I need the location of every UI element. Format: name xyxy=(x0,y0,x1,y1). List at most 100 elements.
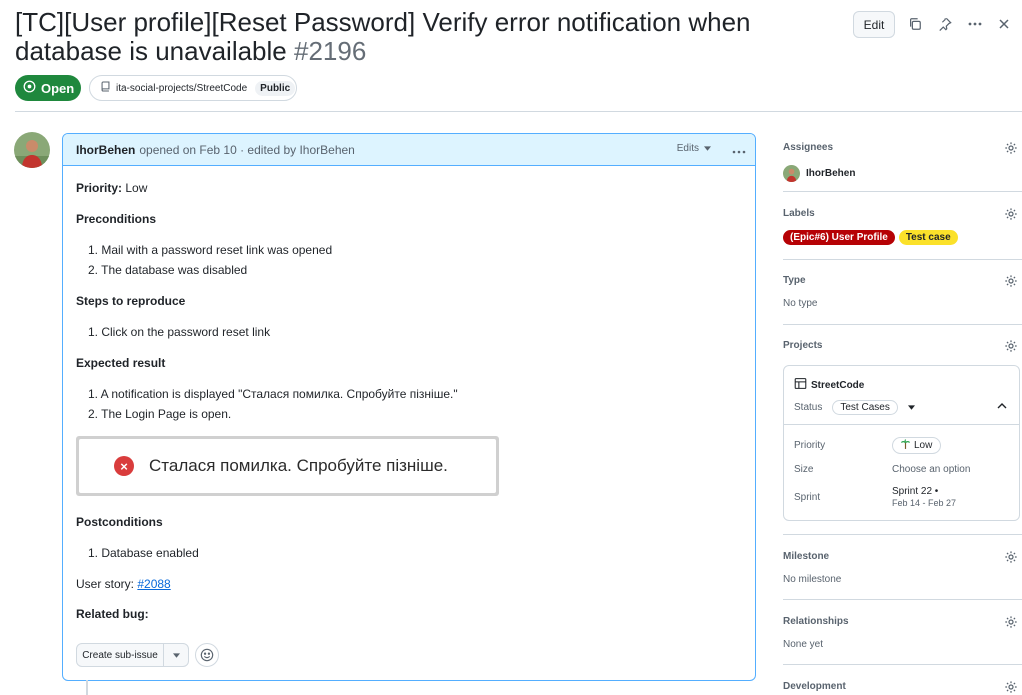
project-name-row[interactable]: StreetCode xyxy=(794,377,864,393)
list-item: 1. Database enabled xyxy=(88,546,199,560)
relationships-title: Relationships xyxy=(783,616,849,627)
edits-dropdown[interactable]: Edits xyxy=(677,143,711,154)
list-item: 1. Mail with a password reset link was o… xyxy=(88,243,333,257)
divider xyxy=(783,599,1022,600)
smiley-icon[interactable] xyxy=(195,643,219,667)
issue-open-icon xyxy=(23,80,36,96)
header-divider xyxy=(15,111,1022,112)
type-title: Type xyxy=(783,275,806,286)
caret-down-icon[interactable] xyxy=(907,402,915,413)
expected-heading: Expected result xyxy=(76,356,166,370)
priority-line: Priority: Low xyxy=(76,181,147,195)
priority-pill: Low xyxy=(892,437,942,454)
avatar[interactable] xyxy=(14,132,50,168)
project-size-value[interactable]: Choose an option xyxy=(892,464,970,475)
priority-key: Priority: xyxy=(76,181,123,195)
user-story-label: User story: xyxy=(76,577,135,591)
assignees-title: Assignees xyxy=(783,142,834,153)
table-icon xyxy=(794,377,807,393)
visibility-badge: Public xyxy=(255,80,296,96)
repo-icon xyxy=(100,81,111,95)
milestone-title: Milestone xyxy=(783,551,830,562)
issue-title-text: [TC][User profile][Reset Password] Verif… xyxy=(15,7,751,66)
user-story-link[interactable]: #2088 xyxy=(137,577,170,591)
copy-icon[interactable] xyxy=(906,15,924,33)
screenshot-image[interactable]: × Сталася помилка. Спробуйте пізніше. xyxy=(76,436,499,496)
related-bug-label: Related bug: xyxy=(76,607,149,621)
priority-pill-text: Low xyxy=(914,440,933,451)
gear-icon[interactable] xyxy=(1004,615,1018,629)
edit-button[interactable]: Edit xyxy=(853,11,895,38)
project-priority-field[interactable]: Low xyxy=(892,437,942,454)
labels-list: (Epic#6) User Profile Test case xyxy=(783,230,958,245)
pin-icon[interactable] xyxy=(936,15,954,33)
steps-heading: Steps to reproduce xyxy=(76,294,186,308)
caret-down-icon[interactable] xyxy=(164,644,188,666)
gear-icon[interactable] xyxy=(1004,207,1018,221)
project-priority-label: Priority xyxy=(794,440,826,451)
palm-icon xyxy=(900,439,911,452)
relationships-value: None yet xyxy=(783,639,824,650)
divider xyxy=(783,259,1022,260)
error-toast-text: Сталася помилка. Спробуйте пізніше. xyxy=(149,456,448,475)
avatar xyxy=(783,165,800,182)
more-icon[interactable] xyxy=(966,15,984,33)
repo-name: ita-social-projects/StreetCode xyxy=(116,82,248,94)
divider xyxy=(783,191,1022,192)
timeline-line xyxy=(86,680,88,695)
preconditions-heading: Preconditions xyxy=(76,212,157,226)
comment-meta: opened on Feb 10 · edited by IhorBehen xyxy=(139,142,355,157)
gear-icon[interactable] xyxy=(1004,141,1018,155)
comment-header: IhorBehen opened on Feb 10 · edited by I… xyxy=(63,134,755,166)
comment-more-icon[interactable] xyxy=(731,138,747,165)
development-title: Development xyxy=(783,681,846,692)
status-label: Status xyxy=(794,402,823,413)
divider xyxy=(783,324,1022,325)
issue-body-comment: IhorBehen opened on Feb 10 · edited by I… xyxy=(62,133,756,681)
assignee-item[interactable]: IhorBehen xyxy=(783,165,855,182)
label-epic-user-profile[interactable]: (Epic#6) User Profile xyxy=(783,230,895,245)
divider xyxy=(783,664,1022,665)
status-value[interactable]: Test Cases xyxy=(832,400,898,415)
repo-link[interactable]: ita-social-projects/StreetCode Public xyxy=(89,75,297,101)
milestone-value: No milestone xyxy=(783,574,842,585)
gear-icon[interactable] xyxy=(1004,550,1018,564)
issue-state-label: Open xyxy=(41,80,75,96)
issue-state-badge: Open xyxy=(15,75,81,101)
create-sub-issue-label[interactable]: Create sub-issue xyxy=(77,644,164,666)
gear-icon[interactable] xyxy=(1004,680,1018,694)
user-story-line: User story: #2088 xyxy=(76,577,171,591)
project-name: StreetCode xyxy=(811,379,865,391)
error-icon: × xyxy=(114,456,134,476)
type-value: No type xyxy=(783,298,818,309)
project-card: StreetCode Status Test Cases Priority Lo… xyxy=(783,365,1020,521)
create-sub-issue-button[interactable]: Create sub-issue xyxy=(76,643,189,667)
project-sprint-label: Sprint xyxy=(794,492,821,503)
label-test-case[interactable]: Test case xyxy=(898,230,958,245)
list-item: 1. Click on the password reset link xyxy=(88,325,271,339)
issue-number: #2196 xyxy=(294,36,367,66)
divider xyxy=(784,424,1019,425)
project-size-label: Size xyxy=(794,464,814,475)
issue-title: [TC][User profile][Reset Password] Verif… xyxy=(15,8,815,66)
gear-icon[interactable] xyxy=(1004,339,1018,353)
error-toast: × Сталася помилка. Спробуйте пізніше. xyxy=(79,439,496,493)
priority-value: Low xyxy=(125,181,148,195)
chevron-up-icon[interactable] xyxy=(997,401,1007,412)
list-item: 1. A notification is displayed "Сталася … xyxy=(88,387,458,401)
postconditions-heading: Postconditions xyxy=(76,515,163,529)
projects-title: Projects xyxy=(783,340,823,351)
list-item: 2. The database was disabled xyxy=(88,263,248,277)
gear-icon[interactable] xyxy=(1004,274,1018,288)
project-status-row: Status Test Cases xyxy=(794,400,915,415)
project-sprint-value[interactable]: Sprint 22 • xyxy=(892,486,938,497)
assignee-name: IhorBehen xyxy=(806,168,856,179)
list-item: 2. The Login Page is open. xyxy=(88,407,232,421)
labels-title: Labels xyxy=(783,208,815,219)
header-actions: Edit xyxy=(842,11,1022,39)
close-icon[interactable] xyxy=(995,15,1013,33)
divider xyxy=(783,534,1022,535)
project-sprint-dates: Feb 14 - Feb 27 xyxy=(892,498,957,508)
edits-label: Edits xyxy=(676,143,699,154)
comment-author[interactable]: IhorBehen xyxy=(76,143,135,157)
